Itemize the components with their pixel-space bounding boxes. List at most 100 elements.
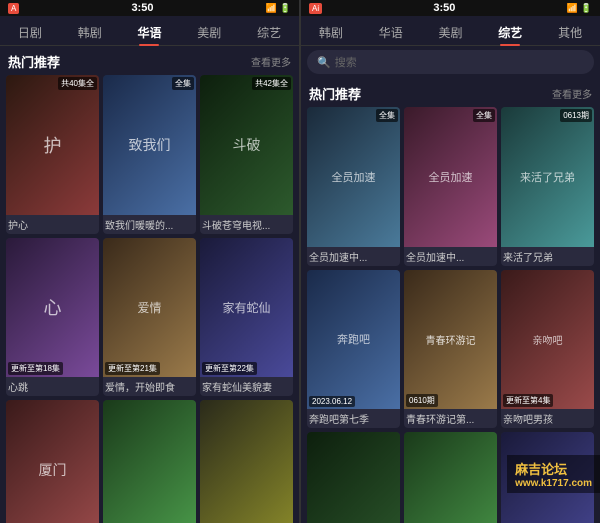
left-section-title: 热门推荐 [8,52,60,71]
right-see-more[interactable]: 查看更多 [552,86,592,101]
left-panel: A 3:50 📶 🔋 日剧 韩剧 华语 美剧 综艺 热门推荐 查看更多 [0,0,299,523]
left-section-header: 热门推荐 查看更多 [0,46,299,75]
left-card-9[interactable] [200,400,293,523]
tab-riju[interactable]: 日剧 [0,20,60,45]
right-card-2-poster: 全员加速 全集 [404,107,497,247]
right-card-3-poster: 来活了兄弟 0613期 [501,107,594,247]
left-battery-icon: 🔋 [280,3,291,14]
left-card-1-badge: 共40集全 [58,77,97,90]
left-card-1-label: 护心 [6,215,99,234]
tab-meiju[interactable]: 美剧 [179,20,239,45]
left-card-8[interactable] [103,400,196,523]
left-card-2-badge: 全集 [172,77,194,90]
right-card-4-label: 奔跑吧第七季 [307,409,400,428]
search-icon: 🔍 [317,56,331,69]
left-see-more[interactable]: 查看更多 [251,54,291,69]
right-nav-tabs: 韩剧 华语 美剧 综艺 其他 [301,16,600,46]
right-card-8-img [404,432,497,523]
left-card-6[interactable]: 家有蛇仙 更新至第22集 家有蛇仙美貌妻 [200,238,293,397]
right-status-bar: Ai 3:50 📶 🔋 [301,0,600,16]
left-grid-row3: 厦门 厦门 [0,400,299,523]
left-nav-tabs: 日剧 韩剧 华语 美剧 综艺 [0,16,299,46]
left-time: 3:50 [131,2,153,14]
right-card-2[interactable]: 全员加速 全集 全员加速中... [404,107,497,266]
right-card-4[interactable]: 奔跑吧 2023.06.12 奔跑吧第七季 [307,270,400,429]
left-card-7-img: 厦门 [6,400,99,523]
tab-zongyi-left[interactable]: 综艺 [239,20,299,45]
left-card-1-img: 护 共40集全 [6,75,99,215]
right-tab-qita[interactable]: 其他 [540,20,600,45]
right-panel: Ai 3:50 📶 🔋 韩剧 华语 美剧 综艺 其他 🔍 搜索 热门推荐 查看更… [301,0,600,523]
right-card-2-img: 全员加速 全集 [404,107,497,247]
right-card-3-badge: 0613期 [560,109,592,122]
left-card-6-img: 家有蛇仙 更新至第22集 [200,238,293,378]
left-card-2-poster: 致我们 全集 [103,75,196,215]
left-app-icon: A [8,3,19,14]
watermark-text: 麻吉论坛 [515,459,592,478]
left-card-4[interactable]: 心 更新至第18集 心跳 [6,238,99,397]
right-card-2-badge: 全集 [473,109,495,122]
right-card-7-img [307,432,400,523]
right-card-1-img: 全员加速 全集 [307,107,400,247]
left-card-2[interactable]: 致我们 全集 致我们暖暖的... [103,75,196,234]
right-grid-row1: 全员加速 全集 全员加速中... 全员加速 全集 全员加速中... [301,107,600,266]
right-tab-zongyi[interactable]: 综艺 [480,20,540,45]
right-card-6-img: 亲吻吧 更新至第4集 [501,270,594,410]
right-card-1[interactable]: 全员加速 全集 全员加速中... [307,107,400,266]
left-card-5[interactable]: 爱情 更新至第21集 爱情，开始即食 [103,238,196,397]
right-section-title: 热门推荐 [309,84,361,103]
right-status-right: 📶 🔋 [567,3,592,14]
right-tab-huayu[interactable]: 华语 [361,20,421,45]
left-status-left: A [8,3,19,14]
right-card-8-poster [404,432,497,523]
right-card-5-img: 青春环游记 0610期 [404,270,497,410]
left-status-right: 📶 🔋 [266,3,291,14]
tab-huayu[interactable]: 华语 [120,20,180,45]
left-card-3-img: 斗破 共42集全 [200,75,293,215]
right-card-5-label: 青春环游记第... [404,409,497,428]
right-card-6[interactable]: 亲吻吧 更新至第4集 亲吻吧男孩 [501,270,594,429]
right-card-7[interactable] [307,432,400,523]
right-card-6-badge: 更新至第4集 [503,394,553,407]
left-card-2-label: 致我们暖暖的... [103,215,196,234]
right-card-3[interactable]: 来活了兄弟 0613期 来活了兄弟 [501,107,594,266]
left-card-7[interactable]: 厦门 厦门 [6,400,99,523]
left-card-3-poster: 斗破 共42集全 [200,75,293,215]
left-card-4-badge: 更新至第18集 [8,362,63,375]
right-tab-meiju[interactable]: 美剧 [421,20,481,45]
left-card-3[interactable]: 斗破 共42集全 斗破苍穹电视... [200,75,293,234]
search-placeholder: 搜索 [335,54,357,70]
right-tab-hanju[interactable]: 韩剧 [301,20,361,45]
left-card-2-img: 致我们 全集 [103,75,196,215]
left-card-8-poster [103,400,196,523]
left-card-4-label: 心跳 [6,377,99,396]
left-card-1-poster: 护 共40集全 [6,75,99,215]
right-search-bar[interactable]: 🔍 搜索 [307,50,594,74]
left-card-9-img [200,400,293,523]
right-time: 3:50 [433,2,455,14]
right-signal-icon: 📶 [567,3,578,14]
right-card-4-img: 奔跑吧 2023.06.12 [307,270,400,410]
right-section-header: 热门推荐 查看更多 [301,78,600,107]
left-card-5-label: 爱情，开始即食 [103,377,196,396]
tab-hanju[interactable]: 韩剧 [60,20,120,45]
left-card-4-poster: 心 更新至第18集 [6,238,99,378]
right-card-5[interactable]: 青春环游记 0610期 青春环游记第... [404,270,497,429]
right-app-icon: Ai [309,3,322,14]
app-wrapper: A 3:50 📶 🔋 日剧 韩剧 华语 美剧 综艺 热门推荐 查看更多 [0,0,600,523]
left-status-bar: A 3:50 📶 🔋 [0,0,299,16]
right-card-4-poster: 奔跑吧 2023.06.12 [307,270,400,410]
right-card-5-badge: 0610期 [406,394,438,407]
right-card-8[interactable] [404,432,497,523]
left-card-1[interactable]: 护 共40集全 护心 [6,75,99,234]
left-card-6-poster: 家有蛇仙 更新至第22集 [200,238,293,378]
right-card-5-poster: 青春环游记 0610期 [404,270,497,410]
left-card-3-badge: 共42集全 [252,77,291,90]
left-card-7-poster: 厦门 [6,400,99,523]
left-card-9-poster [200,400,293,523]
left-card-8-img [103,400,196,523]
watermark: 麻吉论坛 www.k1717.com [507,455,600,493]
right-card-3-label: 来活了兄弟 [501,247,594,266]
right-status-left: Ai [309,3,322,14]
left-card-5-badge: 更新至第21集 [105,362,160,375]
